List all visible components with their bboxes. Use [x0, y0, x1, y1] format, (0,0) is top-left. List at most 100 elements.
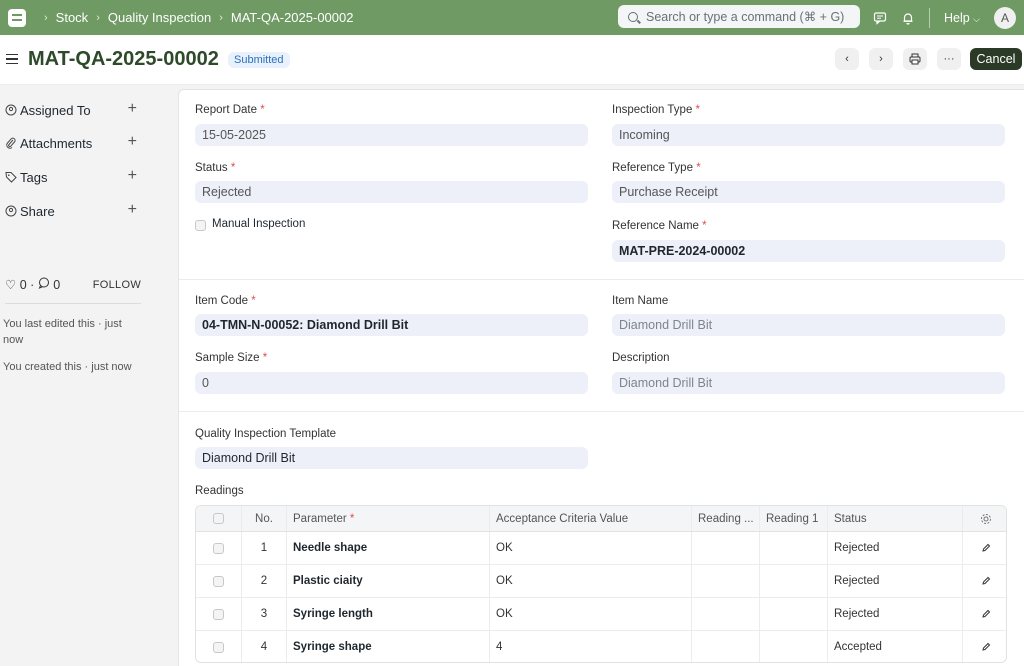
row-select-cell [196, 532, 242, 564]
reference-type-field[interactable]: Purchase Receipt [612, 181, 1005, 203]
table-row[interactable]: 3 Syringe length OK Rejected [196, 598, 1006, 631]
sidebar-item-assigned-to[interactable]: Assigned To + [5, 101, 137, 119]
table-row[interactable]: 1 Needle shape OK Rejected [196, 532, 1006, 565]
readings-label: Readings [195, 485, 244, 497]
row-select-cell [196, 631, 242, 662]
row-checkbox[interactable] [213, 575, 224, 587]
sidebar-item-label: Assigned To [20, 102, 91, 118]
help-menu[interactable]: Help ⌵ [944, 11, 980, 25]
column-header-status: Status [828, 506, 963, 531]
row-number: 1 [242, 532, 287, 564]
cancel-button[interactable]: Cancel [970, 48, 1022, 70]
add-share-icon[interactable]: + [128, 202, 137, 218]
manual-inspection-checkbox[interactable] [195, 220, 206, 231]
criteria-cell[interactable]: OK [490, 598, 692, 630]
inspection-type-field[interactable]: Incoming [612, 124, 1005, 146]
row-checkbox[interactable] [213, 641, 224, 653]
page-title: MAT-QA-2025-00002 [28, 48, 219, 70]
column-settings-cell [963, 506, 1006, 531]
comment-count: 0 [53, 277, 61, 292]
reading-1-cell[interactable] [760, 532, 828, 564]
avatar[interactable]: A [994, 6, 1016, 29]
last-edited-note: You last edited this · just now [3, 318, 122, 346]
parameter-cell[interactable]: Needle shape [287, 532, 490, 564]
reading-1-cell[interactable] [760, 565, 828, 597]
reading-cell[interactable] [692, 598, 760, 630]
bell-icon[interactable] [901, 11, 915, 25]
pencil-icon[interactable] [981, 642, 991, 652]
table-header: No. Parameter * Acceptance Criteria Valu… [196, 506, 1006, 532]
reading-cell[interactable] [692, 631, 760, 662]
parameter-cell[interactable]: Syringe length [287, 598, 490, 630]
row-checkbox[interactable] [213, 608, 224, 620]
criteria-cell[interactable]: OK [490, 565, 692, 597]
status-label: Status * [195, 162, 236, 174]
status-cell[interactable]: Rejected [828, 565, 963, 597]
add-tag-icon[interactable]: + [128, 168, 137, 184]
pencil-icon[interactable] [981, 609, 991, 619]
chevron-right-icon: › [96, 11, 100, 24]
pencil-icon[interactable] [981, 576, 991, 586]
breadcrumb-current[interactable]: MAT-QA-2025-00002 [231, 10, 354, 25]
created-note: You created this · just now [3, 361, 132, 373]
sample-size-field[interactable]: 0 [195, 372, 588, 394]
pencil-icon[interactable] [981, 543, 991, 553]
status-cell[interactable]: Accepted [828, 631, 963, 662]
select-all-checkbox[interactable] [213, 513, 224, 524]
tag-icon [5, 171, 17, 183]
chevron-left-icon: ‹ [845, 53, 849, 65]
heart-icon[interactable]: ♡ [5, 277, 16, 292]
column-header-reading-1: Reading 1 [760, 506, 828, 531]
app-logo-icon[interactable] [8, 8, 26, 27]
print-button[interactable] [903, 48, 927, 70]
template-label: Quality Inspection Template [195, 428, 337, 440]
parameter-cell[interactable]: Syringe shape [287, 631, 490, 662]
template-field[interactable]: Diamond Drill Bit [195, 447, 588, 469]
sidebar-item-share[interactable]: Share + [5, 202, 137, 220]
hamburger-menu-icon[interactable] [6, 54, 18, 64]
gear-icon[interactable] [980, 513, 992, 525]
item-code-field[interactable]: 04-TMN-N-00052: Diamond Drill Bit [195, 314, 588, 336]
page-head: MAT-QA-2025-00002 Submitted ‹ › ··· Canc… [0, 35, 1024, 85]
follow-button[interactable]: FOLLOW [93, 279, 141, 291]
search-placeholder: Search or type a command (⌘ + G) [646, 10, 845, 24]
criteria-cell[interactable]: OK [490, 532, 692, 564]
row-select-cell [196, 598, 242, 630]
add-attachment-icon[interactable]: + [128, 134, 137, 150]
search-icon [628, 11, 638, 22]
item-name-field[interactable]: Diamond Drill Bit [612, 314, 1005, 336]
previous-doc-button[interactable]: ‹ [835, 48, 859, 70]
reading-1-cell[interactable] [760, 598, 828, 630]
breadcrumb-stock[interactable]: Stock [56, 10, 89, 25]
readings-table: No. Parameter * Acceptance Criteria Valu… [195, 505, 1007, 663]
row-checkbox[interactable] [213, 542, 224, 554]
status-field[interactable]: Rejected [195, 181, 588, 203]
edit-row-cell [963, 598, 1006, 630]
status-cell[interactable]: Rejected [828, 532, 963, 564]
more-actions-button[interactable]: ··· [937, 48, 961, 70]
row-select-cell [196, 565, 242, 597]
description-label: Description [612, 352, 670, 364]
chat-icon[interactable] [873, 11, 887, 25]
add-assignee-icon[interactable]: + [128, 101, 137, 117]
reading-cell[interactable] [692, 532, 760, 564]
section-divider [179, 279, 1024, 280]
report-date-field[interactable]: 15-05-2025 [195, 124, 588, 146]
status-cell[interactable]: Rejected [828, 598, 963, 630]
table-row[interactable]: 4 Syringe shape 4 Accepted [196, 631, 1006, 662]
table-row[interactable]: 2 Plastic ciaity OK Rejected [196, 565, 1006, 598]
description-field[interactable]: Diamond Drill Bit [612, 372, 1005, 394]
search-bar[interactable]: Search or type a command (⌘ + G) [618, 5, 860, 28]
next-doc-button[interactable]: › [869, 48, 893, 70]
sidebar-item-tags[interactable]: Tags + [5, 168, 137, 186]
sidebar-item-attachments[interactable]: Attachments + [5, 134, 137, 152]
reading-cell[interactable] [692, 565, 760, 597]
help-label: Help [943, 10, 970, 25]
criteria-cell[interactable]: 4 [490, 631, 692, 662]
breadcrumb-quality-inspection[interactable]: Quality Inspection [108, 10, 211, 25]
comment-icon[interactable] [38, 277, 50, 292]
parameter-cell[interactable]: Plastic ciaity [287, 565, 490, 597]
reading-1-cell[interactable] [760, 631, 828, 662]
edit-row-cell [963, 631, 1006, 662]
reference-name-field[interactable]: MAT-PRE-2024-00002 [612, 240, 1005, 262]
